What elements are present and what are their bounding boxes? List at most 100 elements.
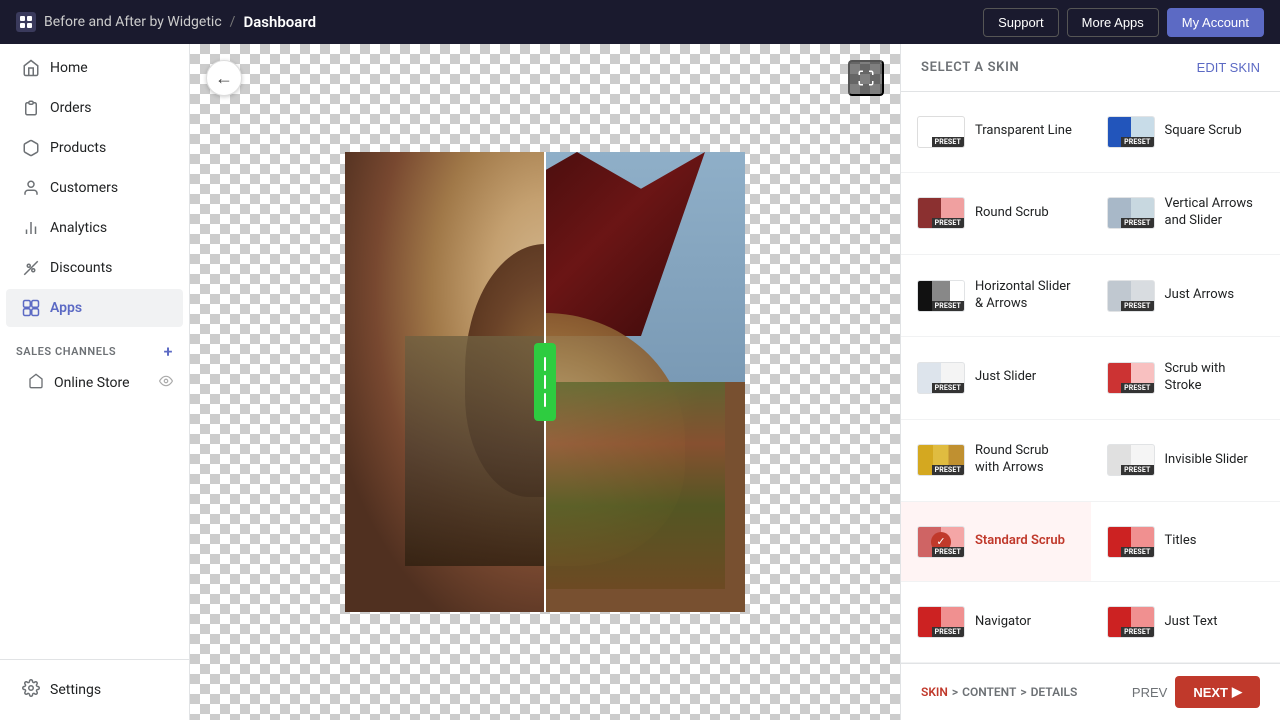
skin-item-vertical[interactable]: PRESET Vertical Arrows and Slider: [1091, 173, 1280, 255]
skin-thumb-scrub-stroke: PRESET: [1107, 362, 1155, 394]
sidebar-label-analytics: Analytics: [50, 220, 107, 236]
preset-badge: PRESET: [1121, 547, 1153, 557]
skin-label-round: Round Scrub: [975, 205, 1049, 222]
slider-handle[interactable]: [534, 343, 556, 421]
skin-label-horizontal: Horizontal Slider & Arrows: [975, 279, 1075, 313]
breadcrumb: Before and After by Widgetic / Dashboard: [16, 12, 316, 32]
next-arrow-icon: ▶: [1232, 684, 1242, 700]
sales-channels-section: SALES CHANNELS +: [0, 328, 189, 365]
footer-steps: SKIN > CONTENT > DETAILS: [921, 685, 1077, 699]
skin-thumb-transparent: PRESET: [917, 116, 965, 148]
app-icon: [16, 12, 36, 32]
home-icon: [22, 59, 40, 77]
skin-panel-title: SELECT A SKIN: [921, 60, 1019, 75]
skin-item-just-arrows[interactable]: PRESET Just Arrows: [1091, 255, 1280, 337]
skin-thumb-square: PRESET: [1107, 116, 1155, 148]
sidebar-item-products[interactable]: Products: [6, 129, 183, 167]
skin-thumb-just-text: PRESET: [1107, 606, 1155, 638]
skin-panel: SELECT A SKIN EDIT SKIN PRESET Transpare…: [900, 44, 1280, 720]
skin-item-navigator[interactable]: PRESET Navigator: [901, 582, 1091, 663]
skin-panel-footer: SKIN > CONTENT > DETAILS PREV NEXT ▶: [901, 663, 1280, 720]
next-button[interactable]: NEXT ▶: [1175, 676, 1260, 708]
sidebar-item-orders[interactable]: Orders: [6, 89, 183, 127]
skin-label-standard: Standard Scrub: [975, 533, 1065, 550]
after-image: [545, 152, 745, 612]
sidebar-bottom: Settings: [0, 659, 189, 720]
sidebar-label-products: Products: [50, 140, 106, 156]
preset-badge: PRESET: [932, 137, 964, 147]
customers-icon: [22, 179, 40, 197]
skin-item-titles[interactable]: PRESET Titles: [1091, 502, 1280, 583]
expand-button[interactable]: [848, 60, 884, 96]
skin-grid: PRESET Transparent Line PRESET Square Sc…: [901, 92, 1280, 663]
sidebar-label-apps: Apps: [50, 300, 82, 316]
more-apps-button[interactable]: More Apps: [1067, 8, 1159, 37]
skin-item-scrub-stroke[interactable]: PRESET Scrub with Stroke: [1091, 337, 1280, 419]
account-button[interactable]: My Account: [1167, 8, 1264, 37]
sidebar-label-orders: Orders: [50, 100, 92, 116]
step-details: DETAILS: [1031, 685, 1078, 699]
products-icon: [22, 139, 40, 157]
add-sales-channel-button[interactable]: +: [164, 342, 173, 361]
sidebar-item-apps[interactable]: Apps: [6, 289, 183, 327]
step-content: CONTENT: [962, 685, 1016, 699]
online-store-view-icon[interactable]: [159, 374, 173, 392]
main-layout: Home Orders Products Customers Analytics: [0, 44, 1280, 720]
skin-item-transparent[interactable]: PRESET Transparent Line: [901, 92, 1091, 173]
discounts-icon: [22, 259, 40, 277]
sidebar-item-analytics[interactable]: Analytics: [6, 209, 183, 247]
skin-label-just-arrows: Just Arrows: [1165, 287, 1235, 304]
skin-thumb-just-arrows: PRESET: [1107, 280, 1155, 312]
skin-item-horizontal[interactable]: PRESET Horizontal Slider & Arrows: [901, 255, 1091, 337]
handle-line-2: [544, 375, 546, 389]
sidebar: Home Orders Products Customers Analytics: [0, 44, 190, 720]
online-store-label: Online Store: [54, 375, 130, 391]
skin-label-navigator: Navigator: [975, 614, 1031, 631]
back-button[interactable]: ←: [206, 60, 242, 96]
orders-icon: [22, 99, 40, 117]
skin-item-round[interactable]: PRESET Round Scrub: [901, 173, 1091, 255]
sidebar-label-discounts: Discounts: [50, 260, 112, 276]
skin-thumb-standard: ✓ PRESET: [917, 526, 965, 558]
skin-thumb-round: PRESET: [917, 197, 965, 229]
preset-badge: PRESET: [932, 218, 964, 228]
edit-skin-button[interactable]: EDIT SKIN: [1197, 60, 1260, 75]
sidebar-item-home[interactable]: Home: [6, 49, 183, 87]
sidebar-item-settings[interactable]: Settings: [6, 669, 183, 711]
step-skin: SKIN: [921, 685, 948, 699]
preset-badge: PRESET: [932, 627, 964, 637]
sidebar-item-online-store[interactable]: Online Store: [0, 365, 189, 401]
breadcrumb-separator: /: [230, 14, 236, 30]
sidebar-label-home: Home: [50, 60, 88, 76]
sidebar-item-discounts[interactable]: Discounts: [6, 249, 183, 287]
preset-badge: PRESET: [1121, 137, 1153, 147]
step-sep-1: >: [952, 685, 958, 699]
skin-item-just-text[interactable]: PRESET Just Text: [1091, 582, 1280, 663]
skin-thumb-titles: PRESET: [1107, 526, 1155, 558]
skin-item-just-slider[interactable]: PRESET Just Slider: [901, 337, 1091, 419]
skin-thumb-navigator: PRESET: [917, 606, 965, 638]
skin-label-vertical: Vertical Arrows and Slider: [1165, 196, 1265, 230]
sidebar-item-customers[interactable]: Customers: [6, 169, 183, 207]
preset-badge: PRESET: [1121, 627, 1153, 637]
before-after-photo: [345, 152, 745, 612]
skin-item-invisible[interactable]: PRESET Invisible Slider: [1091, 420, 1280, 502]
skin-label-transparent: Transparent Line: [975, 123, 1072, 140]
handle-line-1: [544, 357, 546, 371]
skin-panel-header: SELECT A SKIN EDIT SKIN: [901, 44, 1280, 92]
settings-label: Settings: [50, 682, 101, 698]
sidebar-label-customers: Customers: [50, 180, 118, 196]
before-image: [345, 152, 545, 612]
skin-item-round-arrows[interactable]: PRESET Round Scrub with Arrows: [901, 420, 1091, 502]
skin-label-just-text: Just Text: [1165, 614, 1218, 631]
prev-button[interactable]: PREV: [1132, 685, 1167, 700]
preset-badge: PRESET: [932, 547, 964, 557]
skin-label-round-arrows: Round Scrub with Arrows: [975, 443, 1075, 477]
support-button[interactable]: Support: [983, 8, 1059, 37]
skin-label-just-slider: Just Slider: [975, 369, 1036, 386]
skin-item-standard[interactable]: ✓ PRESET Standard Scrub: [901, 502, 1091, 583]
skin-label-titles: Titles: [1165, 533, 1197, 550]
app-name: Before and After by Widgetic: [44, 14, 222, 30]
skin-item-square[interactable]: PRESET Square Scrub: [1091, 92, 1280, 173]
settings-icon: [22, 679, 40, 701]
